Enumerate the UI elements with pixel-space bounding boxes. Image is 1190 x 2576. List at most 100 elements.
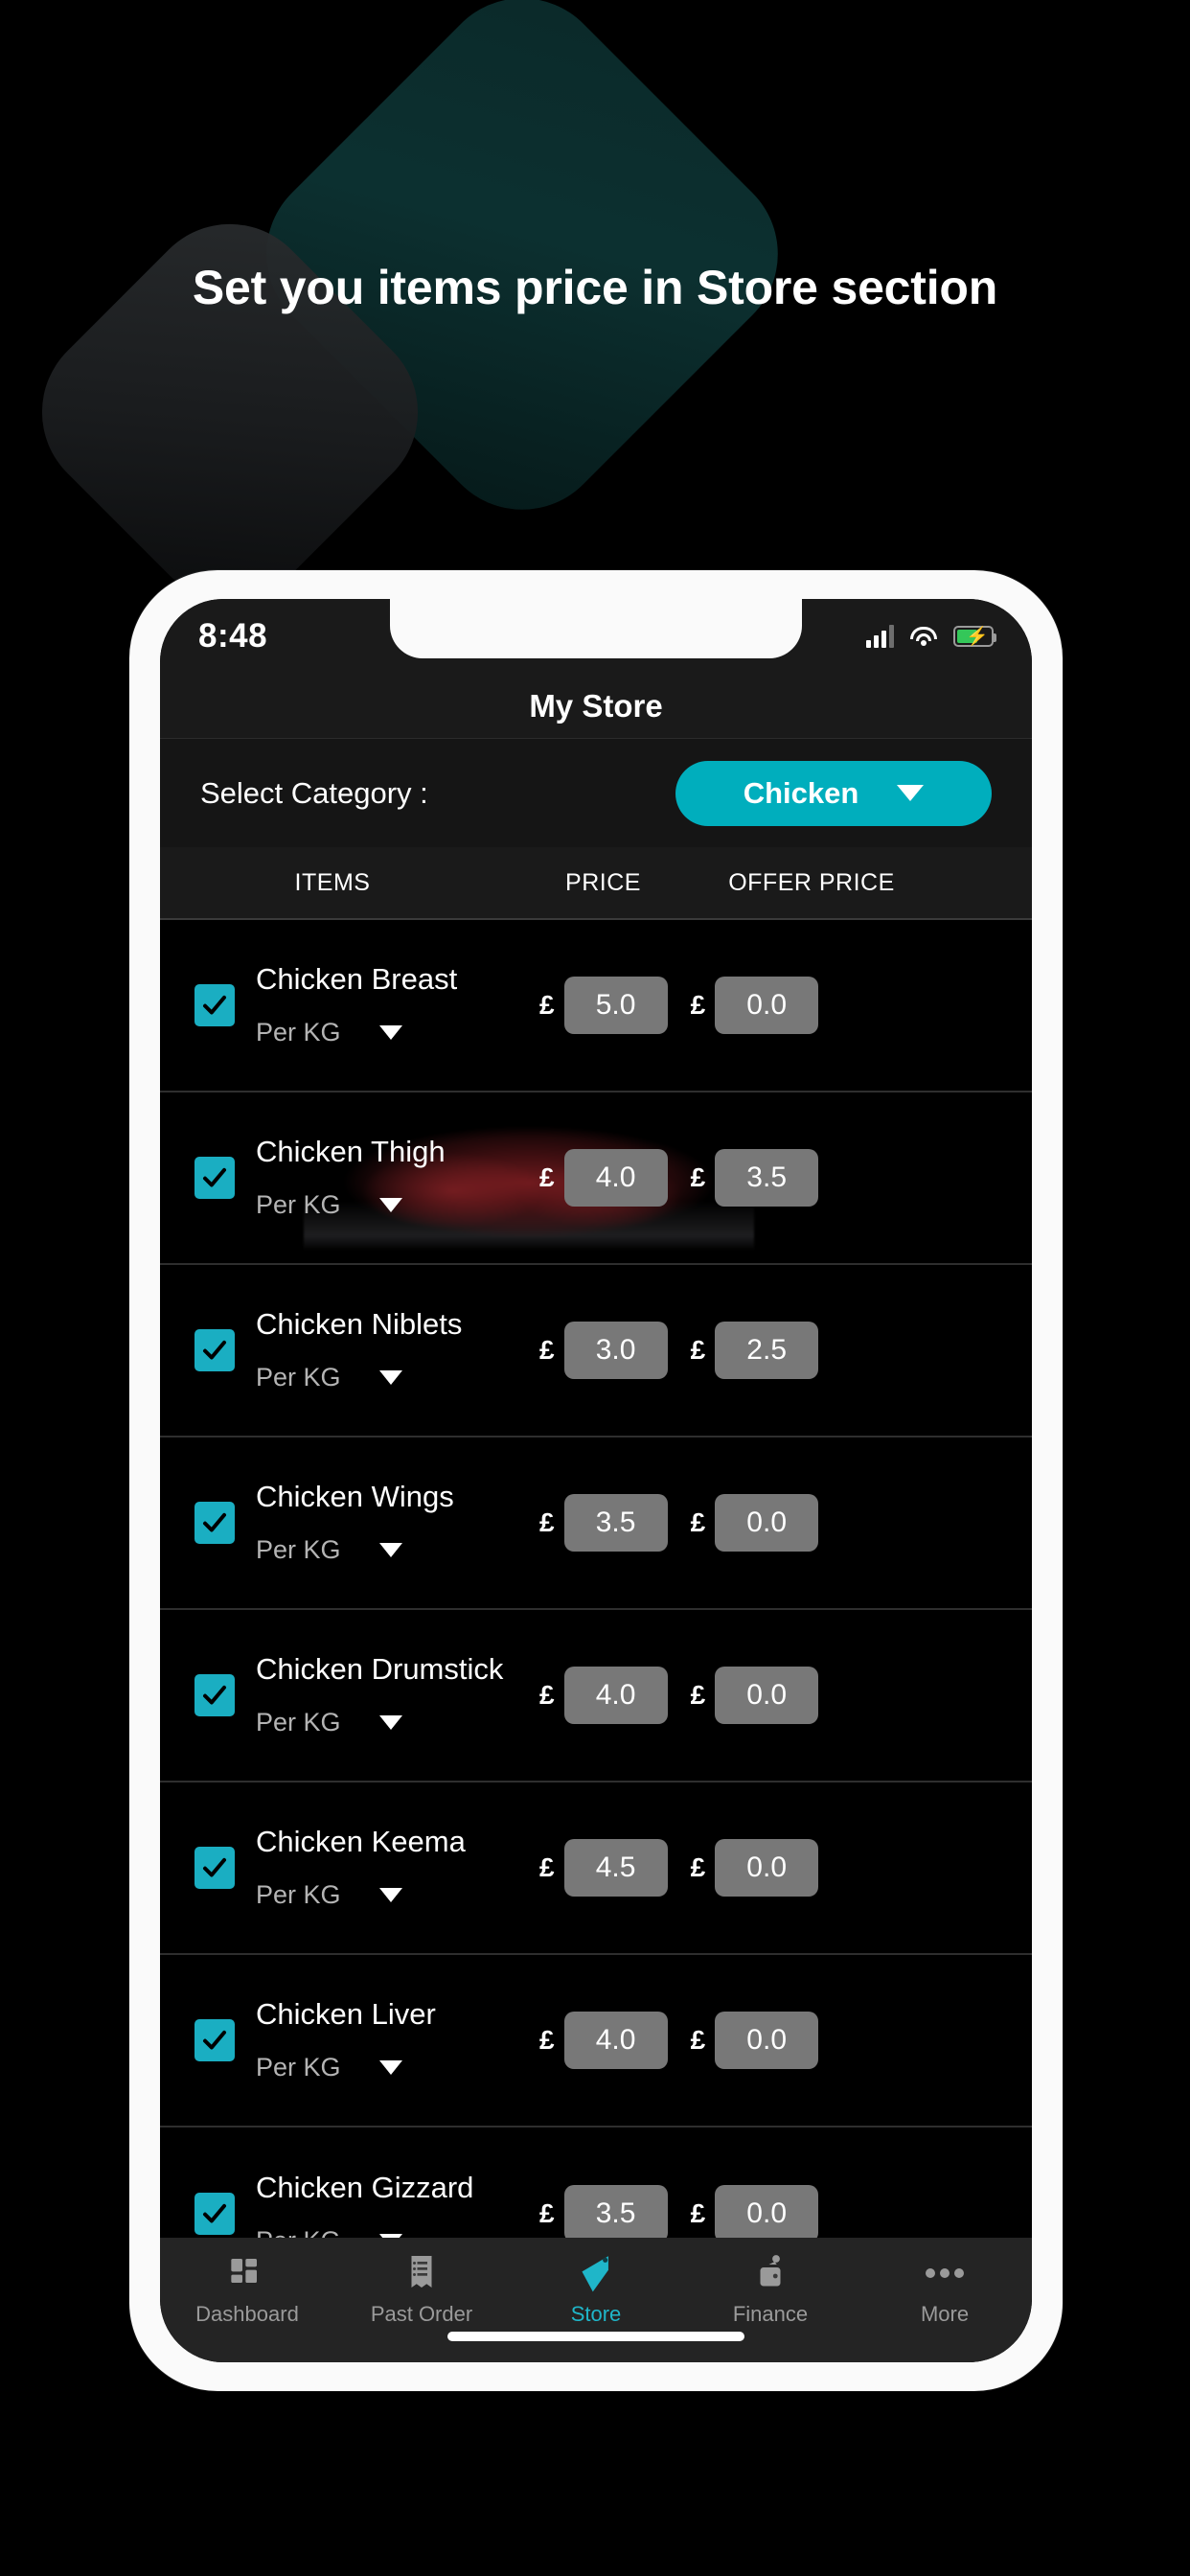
item-unit-selector[interactable]: Per KG: [256, 1535, 539, 1565]
category-bar: Select Category : Chicken: [160, 739, 1032, 847]
item-checkbox[interactable]: [195, 2019, 235, 2061]
column-header-items: ITEMS: [294, 868, 371, 896]
offer-price-cell: £0.0: [691, 2185, 819, 2242]
currency-symbol: £: [690, 2198, 706, 2228]
currency-symbol: £: [539, 1335, 555, 1365]
item-name: Chicken Breast: [256, 962, 458, 997]
item-info: Chicken Keema Per KG: [235, 1826, 539, 1909]
item-checkbox[interactable]: [195, 984, 235, 1026]
bottom-navigation[interactable]: Dashboard Past Order Store Finance More: [160, 2238, 1032, 2362]
item-info: Chicken Niblets Per KG: [235, 1308, 539, 1392]
nav-item-label: Finance: [732, 2302, 809, 2326]
item-info: Chicken Breast Per KG: [235, 963, 539, 1046]
currency-symbol: £: [690, 1680, 706, 1710]
table-row[interactable]: Chicken Keema Per KG £4.5 £0.0: [160, 1782, 1032, 1955]
price-cell: £3.5: [539, 2185, 668, 2242]
category-label: Select Category :: [200, 775, 428, 810]
item-unit-selector[interactable]: Per KG: [256, 1018, 539, 1047]
table-row[interactable]: Chicken Wings Per KG £3.5 £0.0: [160, 1438, 1032, 1610]
item-info: Chicken Thigh Per KG: [235, 1136, 539, 1219]
item-info: Chicken Drumstick Per KG: [235, 1653, 539, 1736]
currency-symbol: £: [690, 2025, 706, 2055]
item-rows: Chicken Breast Per KG £5.0 £0.0 Chicken Thig…: [160, 920, 1032, 2300]
chevron-down-icon: [378, 1024, 402, 1040]
currency-symbol: £: [690, 1162, 706, 1192]
item-checkbox[interactable]: [195, 2193, 235, 2235]
item-name: Chicken Wings: [256, 1480, 454, 1514]
nav-item-more[interactable]: More: [858, 2253, 1032, 2327]
page-title: My Store: [529, 687, 663, 724]
offer-price-input[interactable]: 0.0: [715, 2185, 819, 2242]
category-dropdown[interactable]: Chicken: [675, 760, 992, 826]
table-row[interactable]: Chicken Drumstick Per KG £4.0 £0.0: [160, 1610, 1032, 1782]
price-input[interactable]: 3.5: [563, 2185, 668, 2242]
offer-price-input[interactable]: 0.0: [715, 1667, 819, 1724]
price-input[interactable]: 4.5: [563, 1839, 668, 1897]
currency-symbol: £: [539, 990, 555, 1020]
item-unit-label: Per KG: [256, 1879, 341, 1909]
ellipsis-icon: [924, 2253, 966, 2293]
offer-price-cell: £0.0: [691, 2012, 819, 2069]
offer-price-input[interactable]: 0.0: [715, 1839, 819, 1897]
currency-symbol: £: [690, 1507, 706, 1537]
item-name: Chicken Niblets: [256, 1307, 463, 1342]
offer-price-input[interactable]: 3.5: [715, 1149, 819, 1207]
checkmark-icon: [203, 995, 226, 1015]
offer-price-input[interactable]: 0.0: [715, 2012, 819, 2069]
chevron-down-icon: [378, 1542, 402, 1557]
table-row[interactable]: Chicken Liver Per KG £4.0 £0.0: [160, 1955, 1032, 2128]
price-cell: £4.0: [539, 1149, 668, 1207]
item-checkbox[interactable]: [195, 1674, 235, 1716]
nav-item-finance[interactable]: Finance: [683, 2253, 858, 2327]
item-unit-label: Per KG: [256, 2052, 341, 2082]
chevron-down-icon: [378, 1714, 402, 1730]
item-checkbox[interactable]: [195, 1502, 235, 1544]
table-column-headers: ITEMS PRICE OFFER PRICE: [160, 847, 1032, 920]
price-input[interactable]: 3.5: [563, 1494, 668, 1552]
item-checkbox[interactable]: [195, 1847, 235, 1889]
nav-item-dashboard[interactable]: Dashboard: [160, 2253, 334, 2327]
status-time: 8:48: [198, 617, 268, 655]
item-unit-selector[interactable]: Per KG: [256, 1363, 539, 1392]
item-unit-selector[interactable]: Per KG: [256, 1190, 539, 1220]
offer-price-input[interactable]: 2.5: [715, 1322, 819, 1379]
price-input[interactable]: 4.0: [563, 1667, 668, 1724]
offer-price-cell: £0.0: [691, 1494, 819, 1552]
chevron-down-icon: [897, 785, 925, 801]
price-input[interactable]: 3.0: [563, 1322, 668, 1379]
chevron-down-icon: [378, 1887, 402, 1902]
price-input[interactable]: 5.0: [563, 977, 668, 1034]
item-checkbox[interactable]: [195, 1329, 235, 1371]
item-unit-selector[interactable]: Per KG: [256, 2053, 539, 2082]
table-row[interactable]: Chicken Niblets Per KG £3.0 £2.5: [160, 1265, 1032, 1438]
dashboard-grid-icon: [228, 2253, 266, 2293]
column-header-offer-price: OFFER PRICE: [728, 868, 895, 896]
offer-price-input[interactable]: 0.0: [715, 977, 819, 1034]
offer-price-input[interactable]: 0.0: [715, 1494, 819, 1552]
offer-price-cell: £0.0: [691, 1839, 819, 1897]
item-unit-label: Per KG: [256, 1017, 341, 1046]
item-unit-selector[interactable]: Per KG: [256, 1708, 539, 1737]
item-checkbox[interactable]: [195, 1157, 235, 1199]
price-input[interactable]: 4.0: [563, 2012, 668, 2069]
table-row[interactable]: Chicken Thigh Per KG £4.0 £3.5: [160, 1092, 1032, 1265]
item-info: Chicken Liver Per KG: [235, 1998, 539, 2082]
currency-symbol: £: [539, 1852, 555, 1882]
checkmark-icon: [203, 2030, 226, 2050]
wallet-icon: [753, 2253, 788, 2293]
item-unit-label: Per KG: [256, 1534, 341, 1564]
home-indicator: [447, 2332, 744, 2341]
table-row[interactable]: Chicken Breast Per KG £5.0 £0.0: [160, 920, 1032, 1092]
item-unit-label: Per KG: [256, 1189, 341, 1219]
currency-symbol: £: [539, 1680, 555, 1710]
nav-item-past-order[interactable]: Past Order: [334, 2253, 509, 2327]
item-list[interactable]: Chicken Breast Per KG £5.0 £0.0 Chicken Thig…: [160, 920, 1032, 2302]
status-icons: ⚡: [866, 625, 996, 648]
price-input[interactable]: 4.0: [563, 1149, 668, 1207]
phone-frame: 8:48 ⚡ My Store Select Category: Chicke…: [129, 570, 1063, 2391]
app-header: My Store: [160, 674, 1032, 739]
promo-screenshot: Set you items price in Store section 8:4…: [0, 0, 1190, 2576]
item-unit-selector[interactable]: Per KG: [256, 1880, 539, 1910]
item-unit-label: Per KG: [256, 1707, 341, 1736]
nav-item-store[interactable]: Store: [509, 2253, 683, 2327]
